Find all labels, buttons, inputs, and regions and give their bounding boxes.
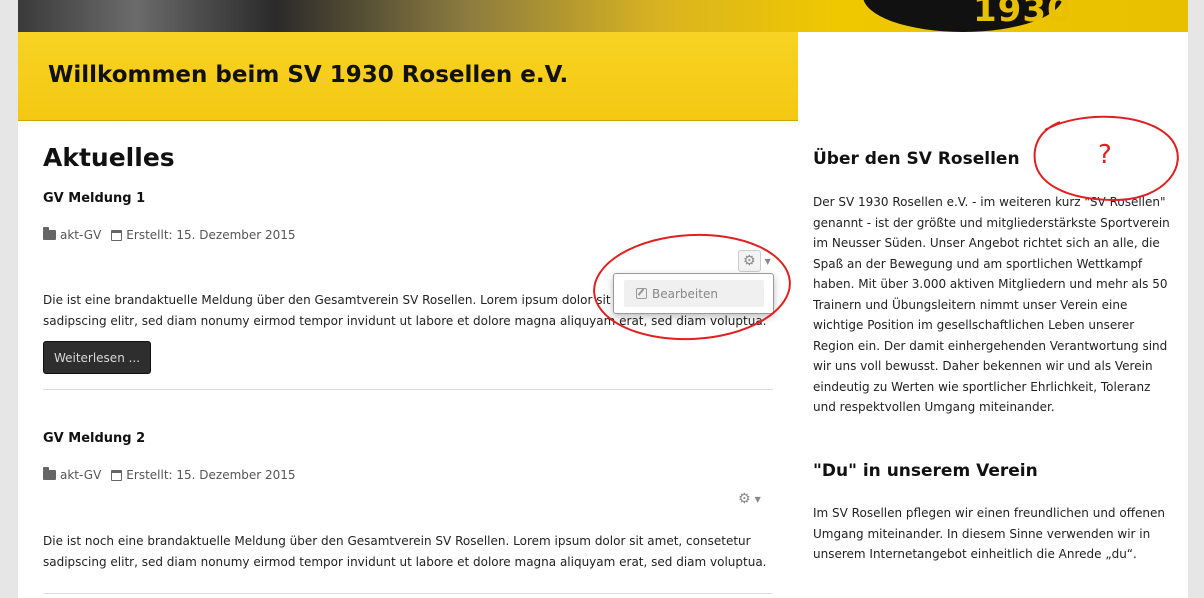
site-title: Willkommen beim SV 1930 Rosellen e.V.	[48, 62, 569, 88]
section-title: Aktuelles	[43, 143, 175, 172]
article-meta: akt-GV Erstellt: 15. Dezember 2015	[43, 467, 296, 482]
du-text: Im SV Rosellen pflegen wir einen freundl…	[813, 506, 1165, 561]
hero-header: Willkommen beim SV 1930 Rosellen e.V.	[18, 32, 798, 121]
article-divider	[43, 389, 773, 390]
caret-down-icon: ▼	[754, 494, 761, 504]
calendar-icon	[111, 229, 123, 241]
club-emblem-year: 1930	[973, 0, 1072, 30]
about-text: Der SV 1930 Rosellen e.V. - im weiteren …	[813, 195, 1170, 414]
folder-icon	[43, 227, 56, 240]
calendar-icon	[111, 469, 123, 481]
article-actions-menu: Bearbeiten	[613, 273, 774, 314]
edit-menu-item[interactable]: Bearbeiten	[624, 280, 764, 307]
read-more-button[interactable]: Weiterlesen ...	[43, 341, 151, 374]
article-title[interactable]: GV Meldung 1	[43, 191, 145, 206]
caret-down-icon: ▼	[764, 256, 771, 266]
du-title: "Du" in unserem Verein	[813, 461, 1038, 481]
gear-icon[interactable]: ⚙	[738, 250, 761, 272]
article-intro-text: Die ist noch eine brandaktuelle Meldung …	[43, 534, 767, 569]
article-title[interactable]: GV Meldung 2	[43, 431, 145, 446]
header-banner-image: 1930	[18, 0, 1188, 32]
about-title: Über den SV Rosellen	[813, 149, 1020, 169]
article-meta: akt-GV Erstellt: 15. Dezember 2015	[43, 227, 296, 242]
edit-icon	[636, 288, 647, 299]
article-actions-button[interactable]: ⚙ ▼	[738, 491, 761, 507]
page-container: Willkommen beim SV 1930 Rosellen e.V. Ak…	[18, 32, 1188, 598]
folder-icon	[43, 467, 56, 480]
article-actions-button[interactable]: ⚙ ▼	[738, 250, 771, 272]
gear-icon[interactable]: ⚙	[738, 491, 751, 507]
article-category[interactable]: akt-GV	[60, 228, 101, 242]
article-category[interactable]: akt-GV	[60, 468, 101, 482]
edit-menu-label: Bearbeiten	[652, 286, 718, 301]
article-divider	[43, 593, 773, 594]
article-created-date: Erstellt: 15. Dezember 2015	[126, 468, 296, 482]
article-created-date: Erstellt: 15. Dezember 2015	[126, 228, 296, 242]
